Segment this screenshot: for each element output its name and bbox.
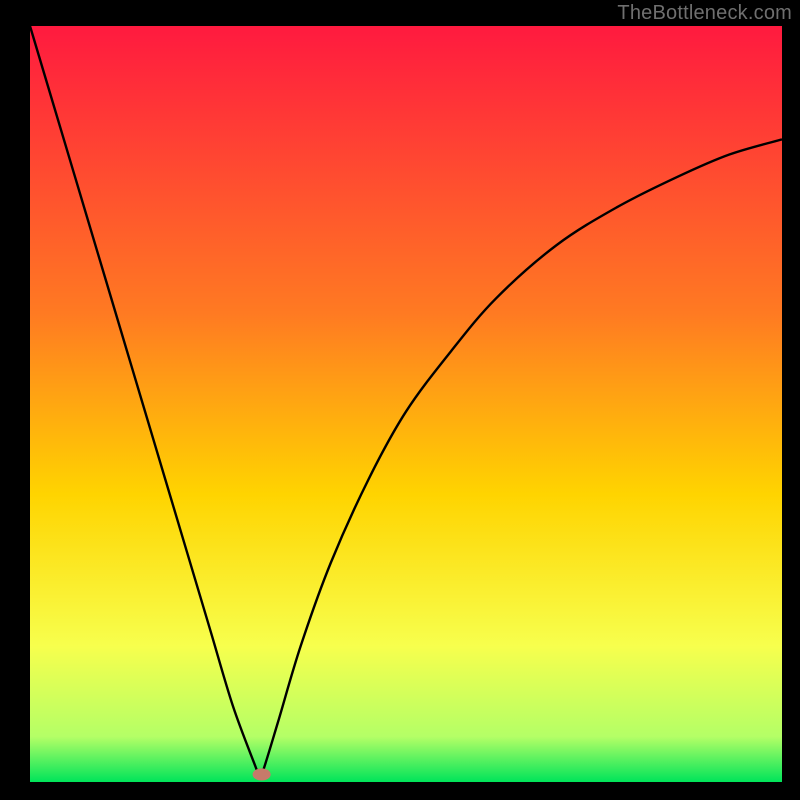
chart-frame: TheBottleneck.com (0, 0, 800, 800)
plot-area (30, 26, 782, 782)
optimum-marker (253, 768, 271, 780)
plot-svg (30, 26, 782, 782)
watermark-text: TheBottleneck.com (617, 2, 792, 25)
